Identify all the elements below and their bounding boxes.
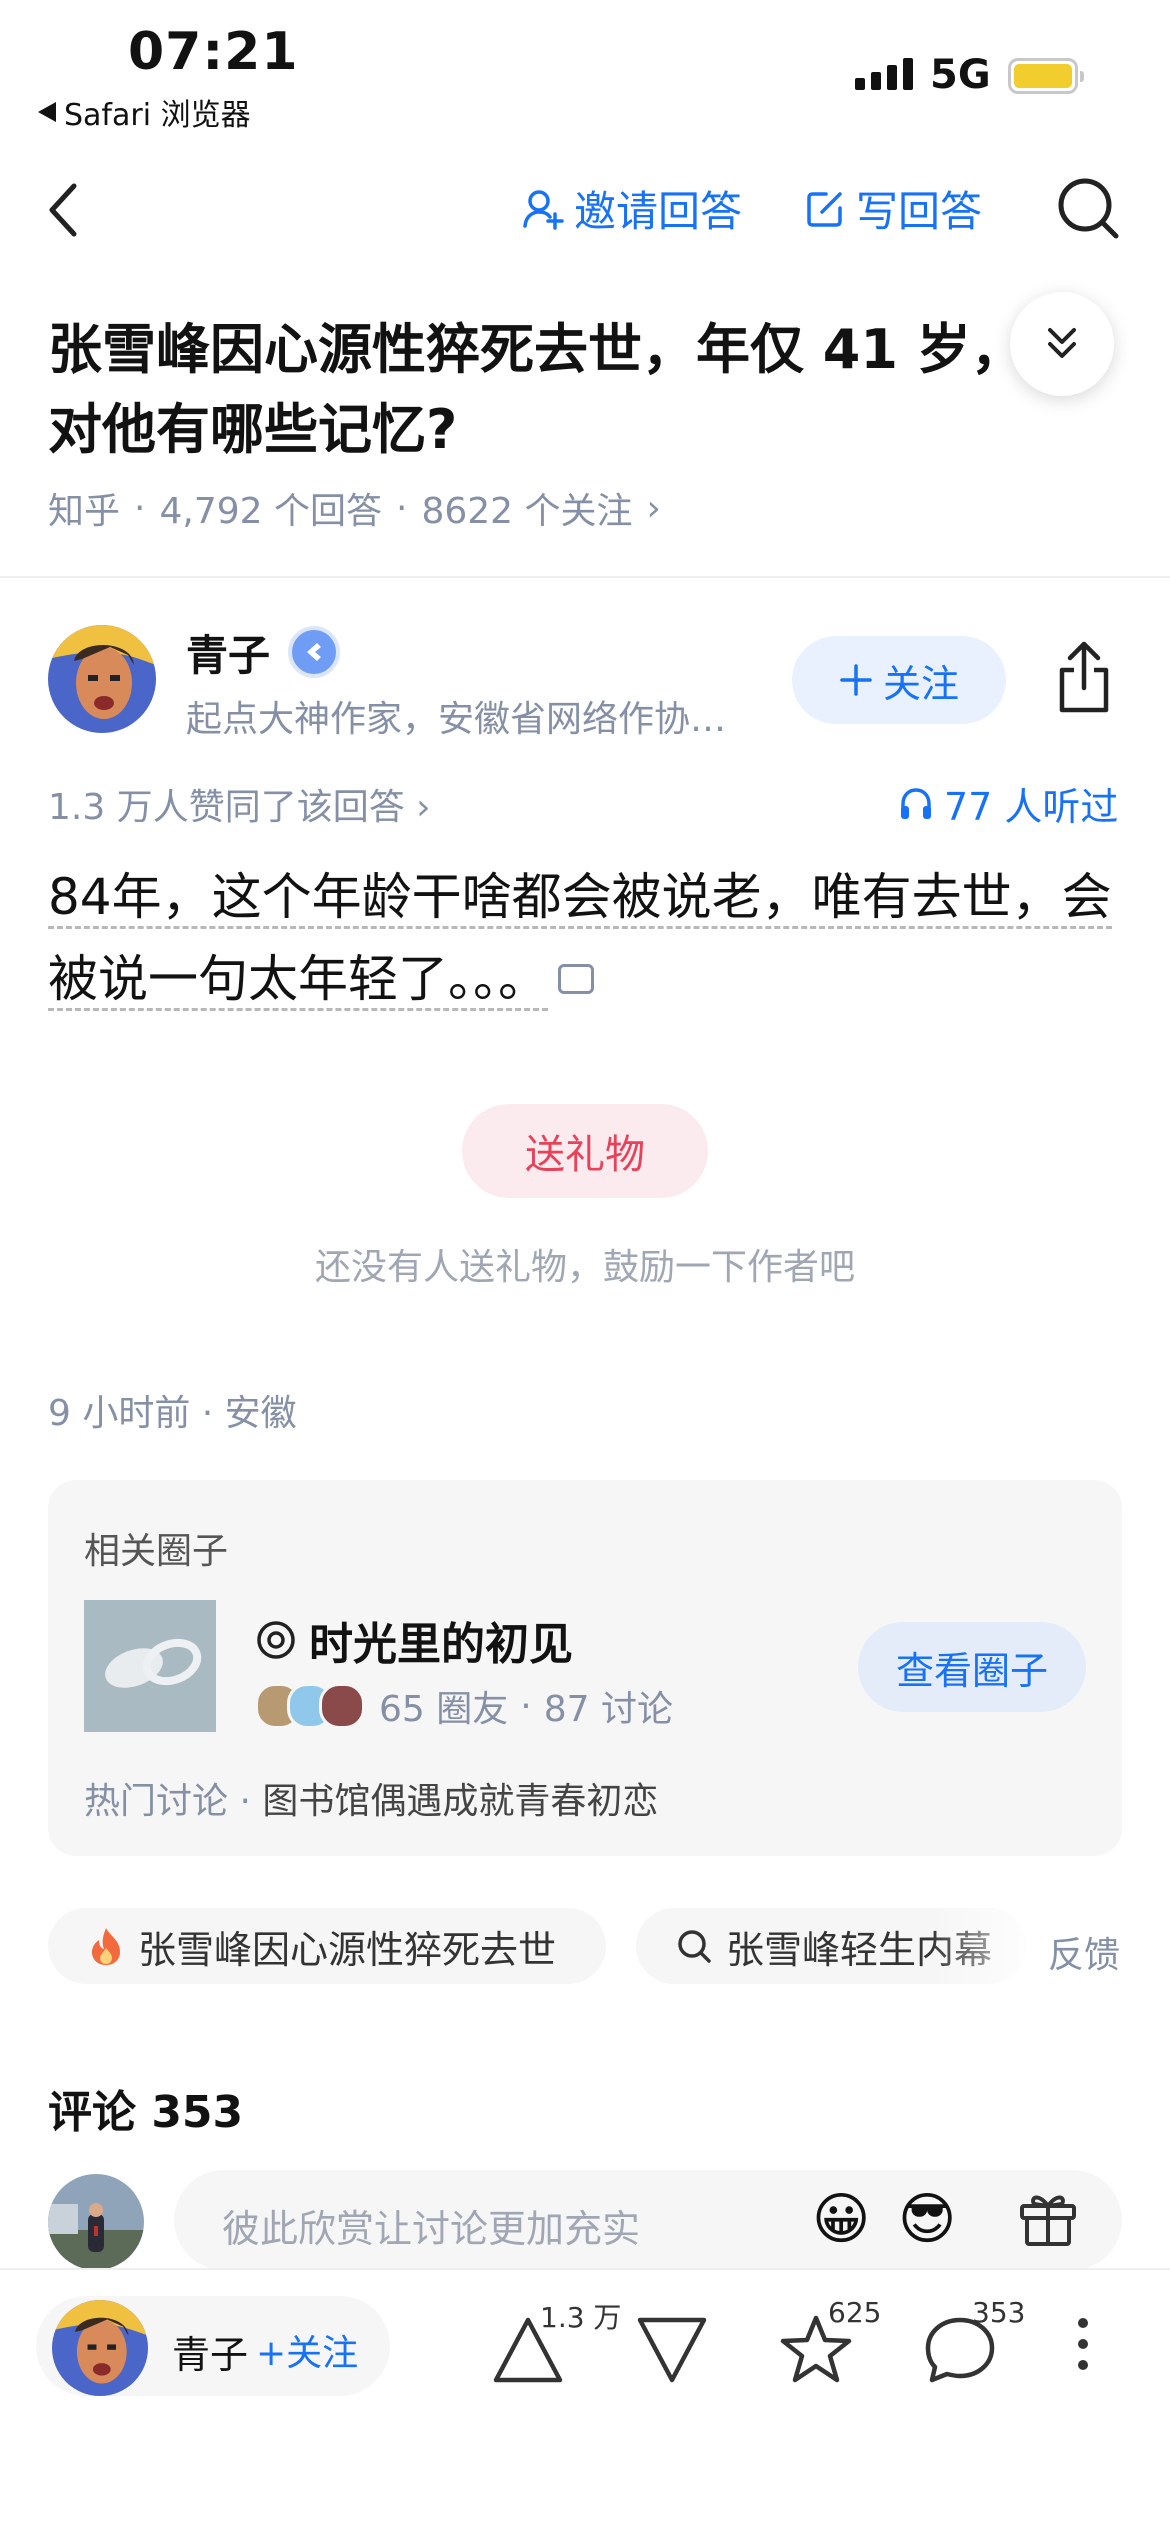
write-answer-button[interactable]: 写回答 [804,178,982,239]
status-time: 07:21 [128,22,299,82]
listened-count[interactable]: 77 人听过 [898,776,1118,831]
headphones-icon [901,787,931,819]
feedback-link[interactable]: 反馈 [1048,1926,1120,1978]
comments-title: 评论 353 [48,2087,244,2138]
answer-count: 4,792 个回答 [159,491,382,532]
battery-icon [1008,58,1084,94]
pill-author-name: 青子 [172,2333,249,2377]
author-pill-avatar[interactable] [52,2300,148,2396]
edit-icon [807,191,842,227]
circle-image[interactable] [84,1600,216,1732]
member-avatars [255,1683,365,1729]
favorite-count: 625 [828,2296,882,2329]
back-app-label: Safari 浏览器 [64,98,251,133]
back-chevron-icon[interactable] [44,180,84,240]
circle-members: 65 圈友 [379,1689,509,1730]
search-icon[interactable] [1055,175,1121,241]
fire-icon [92,1928,120,1965]
circle-name: 时光里的初见 [309,1619,573,1670]
post-time-location: 9 小时前 · 安徽 [48,1393,297,1434]
my-avatar[interactable] [48,2174,144,2270]
double-chevron-down-icon [1048,328,1076,358]
follower-count: 8622 个关注 [421,491,633,532]
back-to-app-link[interactable]: Safari 浏览器 [36,90,251,134]
circle-stats: 65 圈友 · 87 讨论 [255,1680,673,1732]
gift-hint: 还没有人送礼物，鼓励一下作者吧 [314,1247,855,1288]
circle-ring-icon [257,1621,295,1659]
answer-content[interactable]: 84年，这个年龄干啥都会被说老，唯有去世，会被说一句太年轻了。。。 [48,856,1122,1020]
network-label: 5G [930,52,991,98]
invite-answer-label: 邀请回答 [574,187,743,236]
tag-label: 张雪峰因心源性猝死去世 [138,1927,557,1972]
signal-icon [855,58,913,90]
comment-count: 353 [972,2296,1026,2329]
meta-separator: · [395,487,408,529]
pill-follow-button[interactable]: +关注 [256,2324,358,2376]
divider [0,576,1170,578]
view-circle-button[interactable]: 查看圈子 [858,1622,1086,1712]
upvote-count: 1.3 万 [540,2301,622,2334]
author-name[interactable]: 青子 [186,622,270,683]
send-gift-button[interactable]: 送礼物 [462,1104,708,1198]
share-icon[interactable] [1052,640,1116,716]
author-description: 起点大神作家，安徽省网络作协… [186,699,727,740]
hot-topic: 图书馆偶遇成就青春初恋 [262,1781,659,1822]
search-icon [678,1930,711,1963]
hot-discussion[interactable]: 热门讨论 · 图书馆偶遇成就青春初恋 [84,1772,658,1824]
gift-icon[interactable] [1016,2186,1080,2250]
comment-placeholder: 彼此欣赏让讨论更加充实 [222,2207,641,2251]
sunglasses-emoji-button[interactable]: 😎 [898,2188,956,2252]
meta-separator: · [134,487,146,529]
verified-badge-icon [288,626,340,678]
stats-separator: · [520,1685,532,1727]
circle-discussions: 87 讨论 [543,1689,673,1730]
chevron-right-icon: › [646,487,661,529]
grin-emoji-button[interactable]: 😀 [812,2188,870,2252]
write-answer-label: 写回答 [856,187,983,236]
question-source: 知乎 [48,491,121,532]
invite-answer-button[interactable]: 邀请回答 [522,178,742,239]
follow-label: 关注 [882,661,959,706]
author-avatar[interactable] [48,625,156,733]
back-triangle-icon [38,102,56,122]
trending-tag[interactable]: 张雪峰因心源性猝死去世 [48,1908,606,1984]
inline-comment-icon[interactable] [558,963,594,994]
listened-label: 77 人听过 [944,785,1119,829]
hot-label: 热门讨论 · [84,1781,251,1822]
collapse-button[interactable] [1010,292,1114,396]
follow-button[interactable]: 关注 [792,636,1006,724]
plus-icon [840,664,872,696]
circle-title[interactable]: 时光里的初见 [255,1608,573,1672]
question-meta[interactable]: 知乎 · 4,792 个回答 · 8622 个关注 › [48,482,661,534]
question-title[interactable]: 张雪峰因心源性猝死去世，年仅 41 岁，对他有哪些记忆? [48,310,1048,470]
circle-heading: 相关圈子 [84,1531,229,1572]
invite-user-icon [523,189,564,230]
more-icon[interactable] [1078,2318,1092,2381]
fade-overlay [930,1900,1050,1992]
upvote-summary[interactable]: 1.3 万人赞同了该回答 › [48,778,431,830]
downvote-icon[interactable] [634,2312,710,2388]
